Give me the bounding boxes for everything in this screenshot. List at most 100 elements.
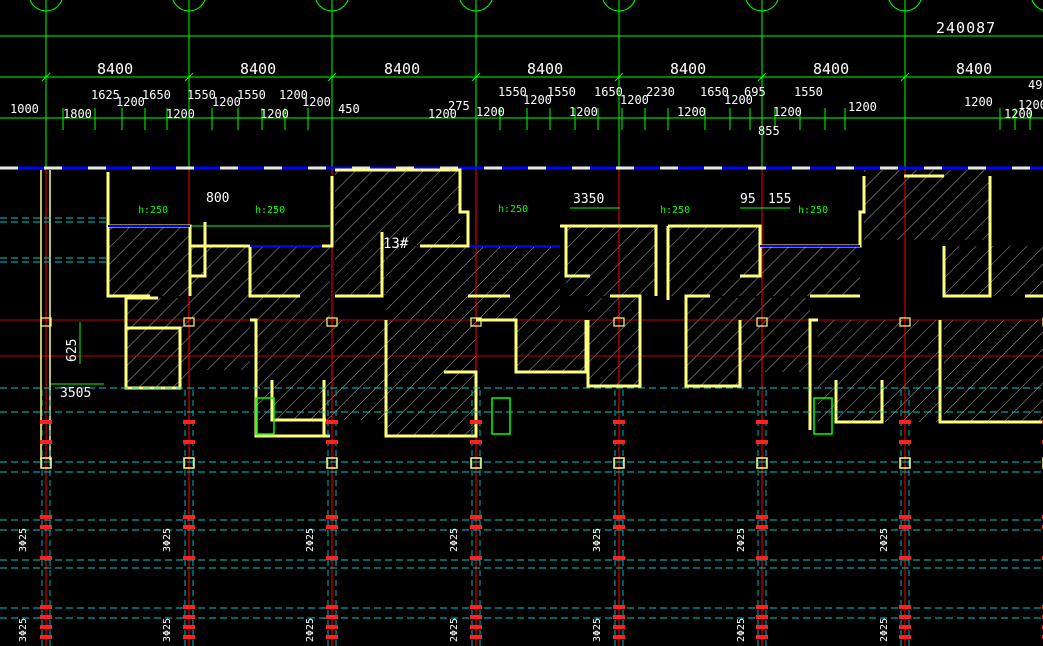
- rebar-mark: [183, 605, 195, 609]
- rebar-mark: [40, 556, 52, 560]
- inner-dim: 625: [65, 339, 80, 362]
- unit-number-label: 13#: [383, 236, 409, 252]
- bay-dim: 8400: [240, 60, 276, 78]
- sub-dim: 1550: [794, 85, 823, 99]
- rebar-label: 2Φ25: [879, 528, 890, 552]
- rebar-mark: [470, 625, 482, 629]
- bay-dim: 8400: [956, 60, 992, 78]
- rebar-mark: [613, 556, 625, 560]
- slab-region: [944, 246, 1043, 296]
- sub-dim: 1200: [773, 105, 802, 119]
- rebar-label: 3Φ25: [592, 528, 603, 552]
- rebar-mark: [326, 420, 338, 424]
- inner-dim: 800: [206, 191, 229, 206]
- rebar-mark: [899, 615, 911, 619]
- rebar-mark: [613, 635, 625, 639]
- rebar-mark: [899, 515, 911, 519]
- bay-dim: 8400: [97, 60, 133, 78]
- rebar-mark: [470, 605, 482, 609]
- rebar-mark: [326, 440, 338, 444]
- bay-dim: 8400: [813, 60, 849, 78]
- rebar-mark: [899, 625, 911, 629]
- slab-region: [190, 246, 250, 370]
- sub-dim: 1200: [677, 105, 706, 119]
- slab-region: [686, 298, 740, 386]
- rebar-mark: [326, 525, 338, 529]
- rebar-mark: [613, 625, 625, 629]
- inner-dim: 3505: [60, 386, 91, 401]
- hood-label: h:250: [498, 204, 528, 215]
- wall-segment: [126, 294, 158, 300]
- bay-dim: 8400: [384, 60, 420, 78]
- slab-region: [588, 298, 640, 386]
- rebar-mark: [470, 615, 482, 619]
- rebar-label: 3Φ25: [162, 618, 173, 642]
- sub-dim: 1200: [569, 105, 598, 119]
- rebar-mark: [40, 525, 52, 529]
- rebar-mark: [756, 625, 768, 629]
- slab-region: [386, 246, 476, 436]
- cad-drawing-canvas[interactable]: 240087 13# 8400 8400 8400 8400 8400 8400…: [0, 0, 1043, 646]
- rebar-mark: [183, 625, 195, 629]
- slab-region: [668, 226, 760, 296]
- rebar-mark: [899, 605, 911, 609]
- sub-dim: 1200: [302, 95, 331, 109]
- rebar-mark: [899, 525, 911, 529]
- slab-region: [566, 226, 656, 296]
- rebar-mark: [899, 440, 911, 444]
- bay-dim: 8400: [670, 60, 706, 78]
- sub-dim: 1200: [166, 107, 195, 121]
- rebar-label: 2Φ25: [449, 528, 460, 552]
- rebar-mark: [40, 635, 52, 639]
- rebar-mark: [326, 556, 338, 560]
- rebar-mark: [40, 615, 52, 619]
- slab-region: [256, 320, 386, 420]
- slab-region: [944, 320, 1043, 422]
- rebar-mark: [470, 440, 482, 444]
- rebar-mark: [183, 515, 195, 519]
- rebar-label: 3Φ25: [18, 618, 29, 642]
- rebar-mark: [183, 615, 195, 619]
- slab-region: [108, 226, 190, 296]
- sub-dim: 1650: [142, 88, 171, 102]
- sub-dim: 1550: [547, 85, 576, 99]
- rebar-mark: [326, 615, 338, 619]
- rebar-mark: [899, 420, 911, 424]
- rebar-mark: [326, 605, 338, 609]
- bay-dim: 8400: [527, 60, 563, 78]
- rebar-mark: [326, 635, 338, 639]
- bay-dimension-labels: 8400 8400 8400 8400 8400 8400 8400: [97, 60, 992, 78]
- inner-dim: 3350: [573, 192, 604, 207]
- rebar-label: 3Φ25: [18, 528, 29, 552]
- total-dimension-label: 240087: [936, 19, 996, 37]
- slab-region: [250, 246, 330, 320]
- sub-dim: 1200: [1004, 107, 1033, 121]
- hood-label: h:250: [138, 205, 168, 216]
- sub-dim: 855: [758, 124, 780, 138]
- hood-label: h:250: [255, 205, 285, 216]
- rebar-label: 2Φ25: [736, 528, 747, 552]
- inner-dim: 155: [768, 192, 791, 207]
- hood-label: h:250: [660, 205, 690, 216]
- rebar-label: 2Φ25: [305, 528, 316, 552]
- rebar-mark: [756, 440, 768, 444]
- sub-dim: 1200: [260, 107, 289, 121]
- rebar-label: 2Φ25: [305, 618, 316, 642]
- sub-dim: 49: [1028, 78, 1042, 92]
- rebar-mark: [756, 615, 768, 619]
- rebar-mark: [470, 420, 482, 424]
- hood-height-labels: h:250 h:250 h:250 h:250 h:250: [138, 204, 828, 216]
- sub-dim: 1800: [63, 107, 92, 121]
- rebar-mark: [326, 625, 338, 629]
- rebar-mark: [40, 605, 52, 609]
- slab-region: [864, 170, 990, 240]
- rebar-label: 3Φ25: [162, 528, 173, 552]
- sub-dim: 1200: [476, 105, 505, 119]
- rebar-mark: [40, 625, 52, 629]
- sub-dim: 1200: [116, 95, 145, 109]
- rebar-mark: [613, 515, 625, 519]
- rebar-mark: [470, 635, 482, 639]
- rebar-mark: [899, 556, 911, 560]
- rebar-mark: [613, 615, 625, 619]
- upper-sub-dimension-labels: 1625 1200 1650 1550 1200 1550 1200 1200 …: [91, 78, 1042, 109]
